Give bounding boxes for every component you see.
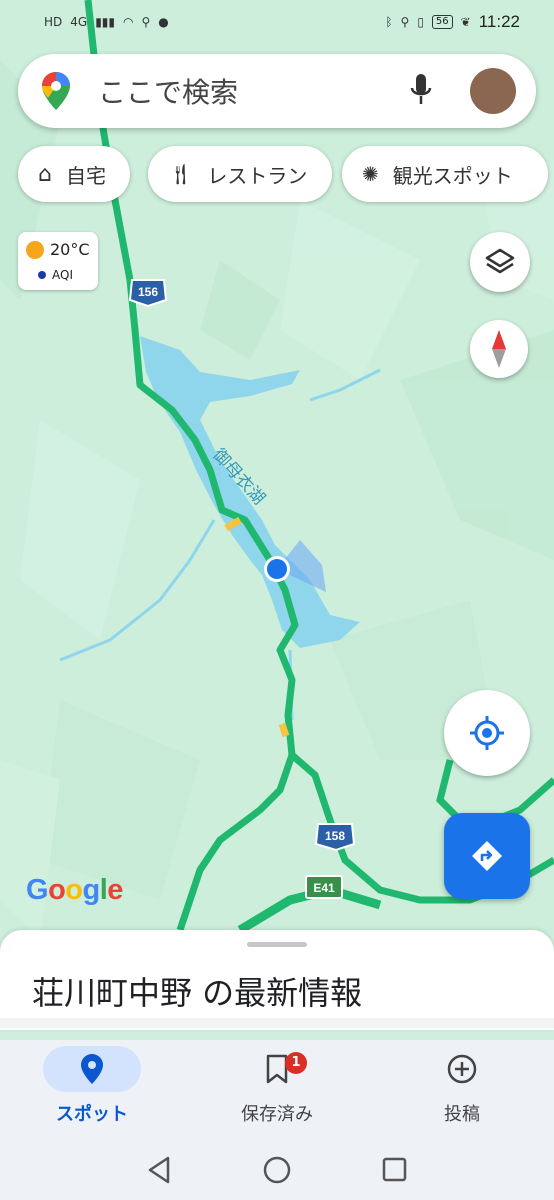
sheet-title: 荘川町中野 の最新情報 — [32, 974, 363, 1012]
route-shield-158: 158 — [314, 823, 356, 852]
svg-text:158: 158 — [325, 829, 345, 843]
svg-text:E41: E41 — [313, 881, 335, 895]
sun-icon — [26, 240, 44, 259]
vibrate-icon: ▯ — [417, 15, 424, 29]
wifi-icon: ◠ — [123, 15, 134, 29]
sheet-handle[interactable] — [247, 942, 307, 947]
crosshair-icon — [470, 716, 504, 750]
nav-explore-label: スポット — [56, 1104, 128, 1125]
search-bar[interactable]: ここで検索 — [18, 54, 536, 128]
location-status-icon: ⚲ — [141, 15, 151, 29]
back-icon[interactable] — [148, 1156, 170, 1184]
system-nav-bar — [148, 1156, 407, 1184]
hd-icon: HD — [44, 15, 63, 29]
add-circle-icon — [447, 1054, 477, 1084]
nav-saved-label: 保存済み — [241, 1104, 313, 1125]
layers-button[interactable] — [470, 232, 530, 292]
route-shield-156: 156 — [128, 279, 168, 308]
nav-contribute-pill[interactable] — [413, 1046, 511, 1092]
location-icon: ⚲ — [400, 15, 410, 29]
avatar[interactable] — [470, 68, 516, 114]
saved-badge: 1 — [285, 1052, 307, 1074]
weather-temp: 20°C — [50, 240, 90, 259]
nav-explore-pill[interactable] — [43, 1046, 141, 1092]
svg-text:156: 156 — [138, 285, 158, 299]
search-input[interactable]: ここで検索 — [98, 71, 238, 111]
nav-explore[interactable]: スポット — [2, 1046, 182, 1126]
nav-contribute-label: 投稿 — [444, 1104, 480, 1125]
compass-icon — [492, 330, 506, 368]
bottom-sheet[interactable]: 荘川町中野 の最新情報 — [0, 930, 554, 1030]
chip-attractions-label: 観光スポット — [392, 163, 513, 188]
directions-icon — [472, 841, 502, 871]
maps-pin-logo-icon — [42, 72, 70, 110]
directions-button[interactable] — [444, 813, 530, 899]
weather-aqi: AQI — [52, 268, 73, 282]
recents-icon[interactable] — [382, 1157, 407, 1182]
chip-home-label: 自宅 — [65, 163, 106, 188]
location-pin-icon — [81, 1054, 103, 1084]
leaf-icon: ❦ — [460, 15, 471, 29]
restaurant-icon: 🍴︎ — [168, 162, 194, 186]
signal-icon: ▮▮▮ — [95, 15, 116, 29]
weather-widget[interactable]: 20°C AQI — [18, 232, 98, 290]
status-bar: HD 4G ▮▮▮ ◠ ⚲ ● ᛒ ⚲ ▯ 56 ❦ 11:22 — [0, 0, 554, 44]
chip-attractions[interactable]: ✺ 観光スポット — [342, 146, 548, 202]
home-icon: ⌂ — [38, 161, 52, 187]
chip-home[interactable]: ⌂ 自宅 — [18, 146, 130, 202]
bottom-nav: スポット 1 保存済み 投稿 — [0, 1040, 554, 1200]
layers-icon — [485, 248, 515, 274]
expressway-shield-e41: E41 — [305, 875, 343, 899]
nav-saved-pill[interactable] — [228, 1046, 326, 1092]
microphone-icon[interactable] — [410, 72, 432, 108]
home-circle-icon[interactable] — [263, 1156, 291, 1184]
battery-icon: 56 — [431, 15, 453, 29]
compass-button[interactable] — [470, 320, 528, 378]
bluetooth-icon: ᛒ — [385, 15, 393, 29]
nav-saved[interactable]: 1 保存済み — [187, 1046, 367, 1126]
nav-contribute[interactable]: 投稿 — [372, 1046, 552, 1126]
sheet-divider — [0, 1018, 554, 1028]
google-logo: Google — [26, 874, 123, 906]
chip-restaurant[interactable]: 🍴︎ レストラン — [148, 146, 332, 202]
chip-restaurant-label: レストラン — [207, 163, 308, 188]
attraction-icon: ✺ — [362, 162, 379, 186]
line-app-icon: ● — [158, 15, 169, 29]
my-location-button[interactable] — [444, 690, 530, 776]
clock: 11:22 — [478, 12, 520, 31]
network-icon: 4G — [70, 15, 88, 29]
aqi-dot-icon — [38, 271, 46, 279]
